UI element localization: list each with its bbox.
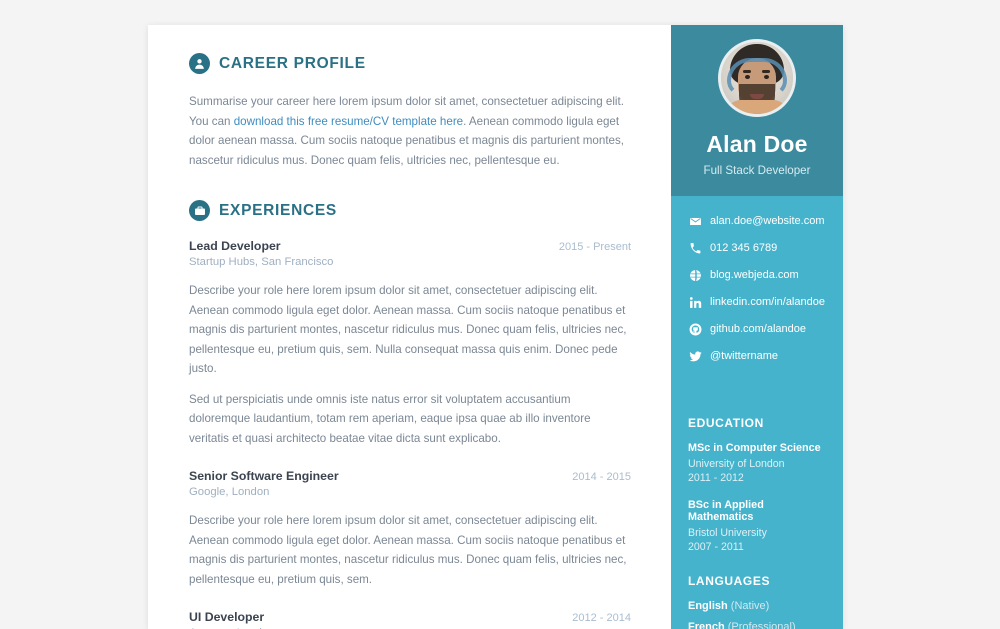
avatar [718,39,796,117]
section-career-profile: CAREER PROFILE Summarise your career her… [189,53,631,170]
job-company: Startup Hubs, San Francisco [189,256,334,268]
template-download-link[interactable]: download this free resume/CV template he… [234,115,463,128]
languages-heading: LANGUAGES [688,574,771,588]
main-content-column: CAREER PROFILE Summarise your career her… [148,25,671,629]
job-company: Google, London [189,486,270,498]
language-item: English (Native) [688,600,827,612]
profile-name: Alan Doe [706,131,808,157]
section-header-experiences: EXPERIENCES [189,200,631,221]
job-title: Lead Developer [189,239,281,253]
education-degree: BSc in Applied Mathematics [688,499,764,523]
job-description-paragraph: Sed ut perspiciatis unde omnis iste natu… [189,392,591,445]
contact-text: github.com/alandoe [710,323,807,335]
profile-role: Full Stack Developer [703,164,811,177]
education-item: MSc in Computer Science University of Lo… [688,442,827,485]
twitter-icon [688,349,702,363]
job-title: Senior Software Engineer [189,469,339,483]
resume-page: CAREER PROFILE Summarise your career her… [148,25,843,629]
language-item: French (Professional) [688,621,827,629]
contact-item-blog[interactable]: blog.webjeda.com [688,268,843,282]
education-years: 2011 - 2012 [688,472,744,484]
contact-item-email[interactable]: alan.doe@website.com [688,214,843,228]
section-title: EXPERIENCES [219,201,337,219]
section-header-career-profile: CAREER PROFILE [189,53,631,74]
languages-section: LANGUAGES English (Native) French (Profe… [671,574,843,629]
contact-text: 012 345 6789 [710,242,778,254]
education-years: 2007 - 2011 [688,541,744,553]
job-date: 2014 - 2015 [572,471,631,483]
education-heading: EDUCATION [688,416,764,430]
education-school: Bristol University [688,527,767,539]
profile-header: Alan Doe Full Stack Developer [671,25,843,196]
education-section: EDUCATION MSc in Computer Science Univer… [671,416,843,554]
contact-text: linkedin.com/in/alandoe [710,296,825,308]
career-profile-text: Summarise your career here lorem ipsum d… [189,92,631,170]
contact-item-linkedin[interactable]: linkedin.com/in/alandoe [688,295,843,309]
language-level: (Native) [730,600,770,612]
person-icon [189,53,210,74]
language-name: French [688,621,725,629]
sidebar: Alan Doe Full Stack Developer alan.doe@w… [671,25,843,629]
education-item: BSc in Applied Mathematics Bristol Unive… [688,499,827,554]
education-degree: MSc in Computer Science [688,442,821,454]
language-name: English [688,600,728,612]
experience-item: Senior Software Engineer 2014 - 2015 Goo… [189,469,631,589]
contact-text: @twittername [710,350,779,362]
linkedin-icon [688,295,702,309]
contact-item-phone[interactable]: 012 345 6789 [688,241,843,255]
briefcase-icon [189,200,210,221]
github-icon [688,322,702,336]
job-date: 2015 - Present [558,241,631,253]
experience-header: Senior Software Engineer 2014 - 2015 [189,469,631,483]
job-title: UI Developer [189,610,265,624]
contact-text: blog.webjeda.com [710,269,799,281]
job-date: 2012 - 2014 [572,612,631,624]
section-experiences: EXPERIENCES Lead Developer 2015 - Presen… [189,200,631,629]
job-description-paragraph: Describe your role here lorem ipsum dolo… [189,514,627,586]
contact-item-github[interactable]: github.com/alandoe [688,322,843,336]
globe-icon [688,268,702,282]
experience-item: Lead Developer 2015 - Present Startup Hu… [189,239,631,448]
contact-list: alan.doe@website.com 012 345 6789 blog.w… [671,196,843,382]
contact-text: alan.doe@website.com [710,215,825,227]
experience-header: UI Developer 2012 - 2014 [189,610,631,624]
section-title: CAREER PROFILE [219,54,366,72]
experience-item: UI Developer 2012 - 2014 Amazon, London … [189,610,631,629]
language-level: (Professional) [727,621,796,629]
job-description-paragraph: Describe your role here lorem ipsum dolo… [189,284,627,375]
education-school: University of London [688,458,785,470]
experience-header: Lead Developer 2015 - Present [189,239,631,253]
phone-icon [688,241,702,255]
contact-item-twitter[interactable]: @twittername [688,349,843,363]
envelope-icon [688,214,702,228]
